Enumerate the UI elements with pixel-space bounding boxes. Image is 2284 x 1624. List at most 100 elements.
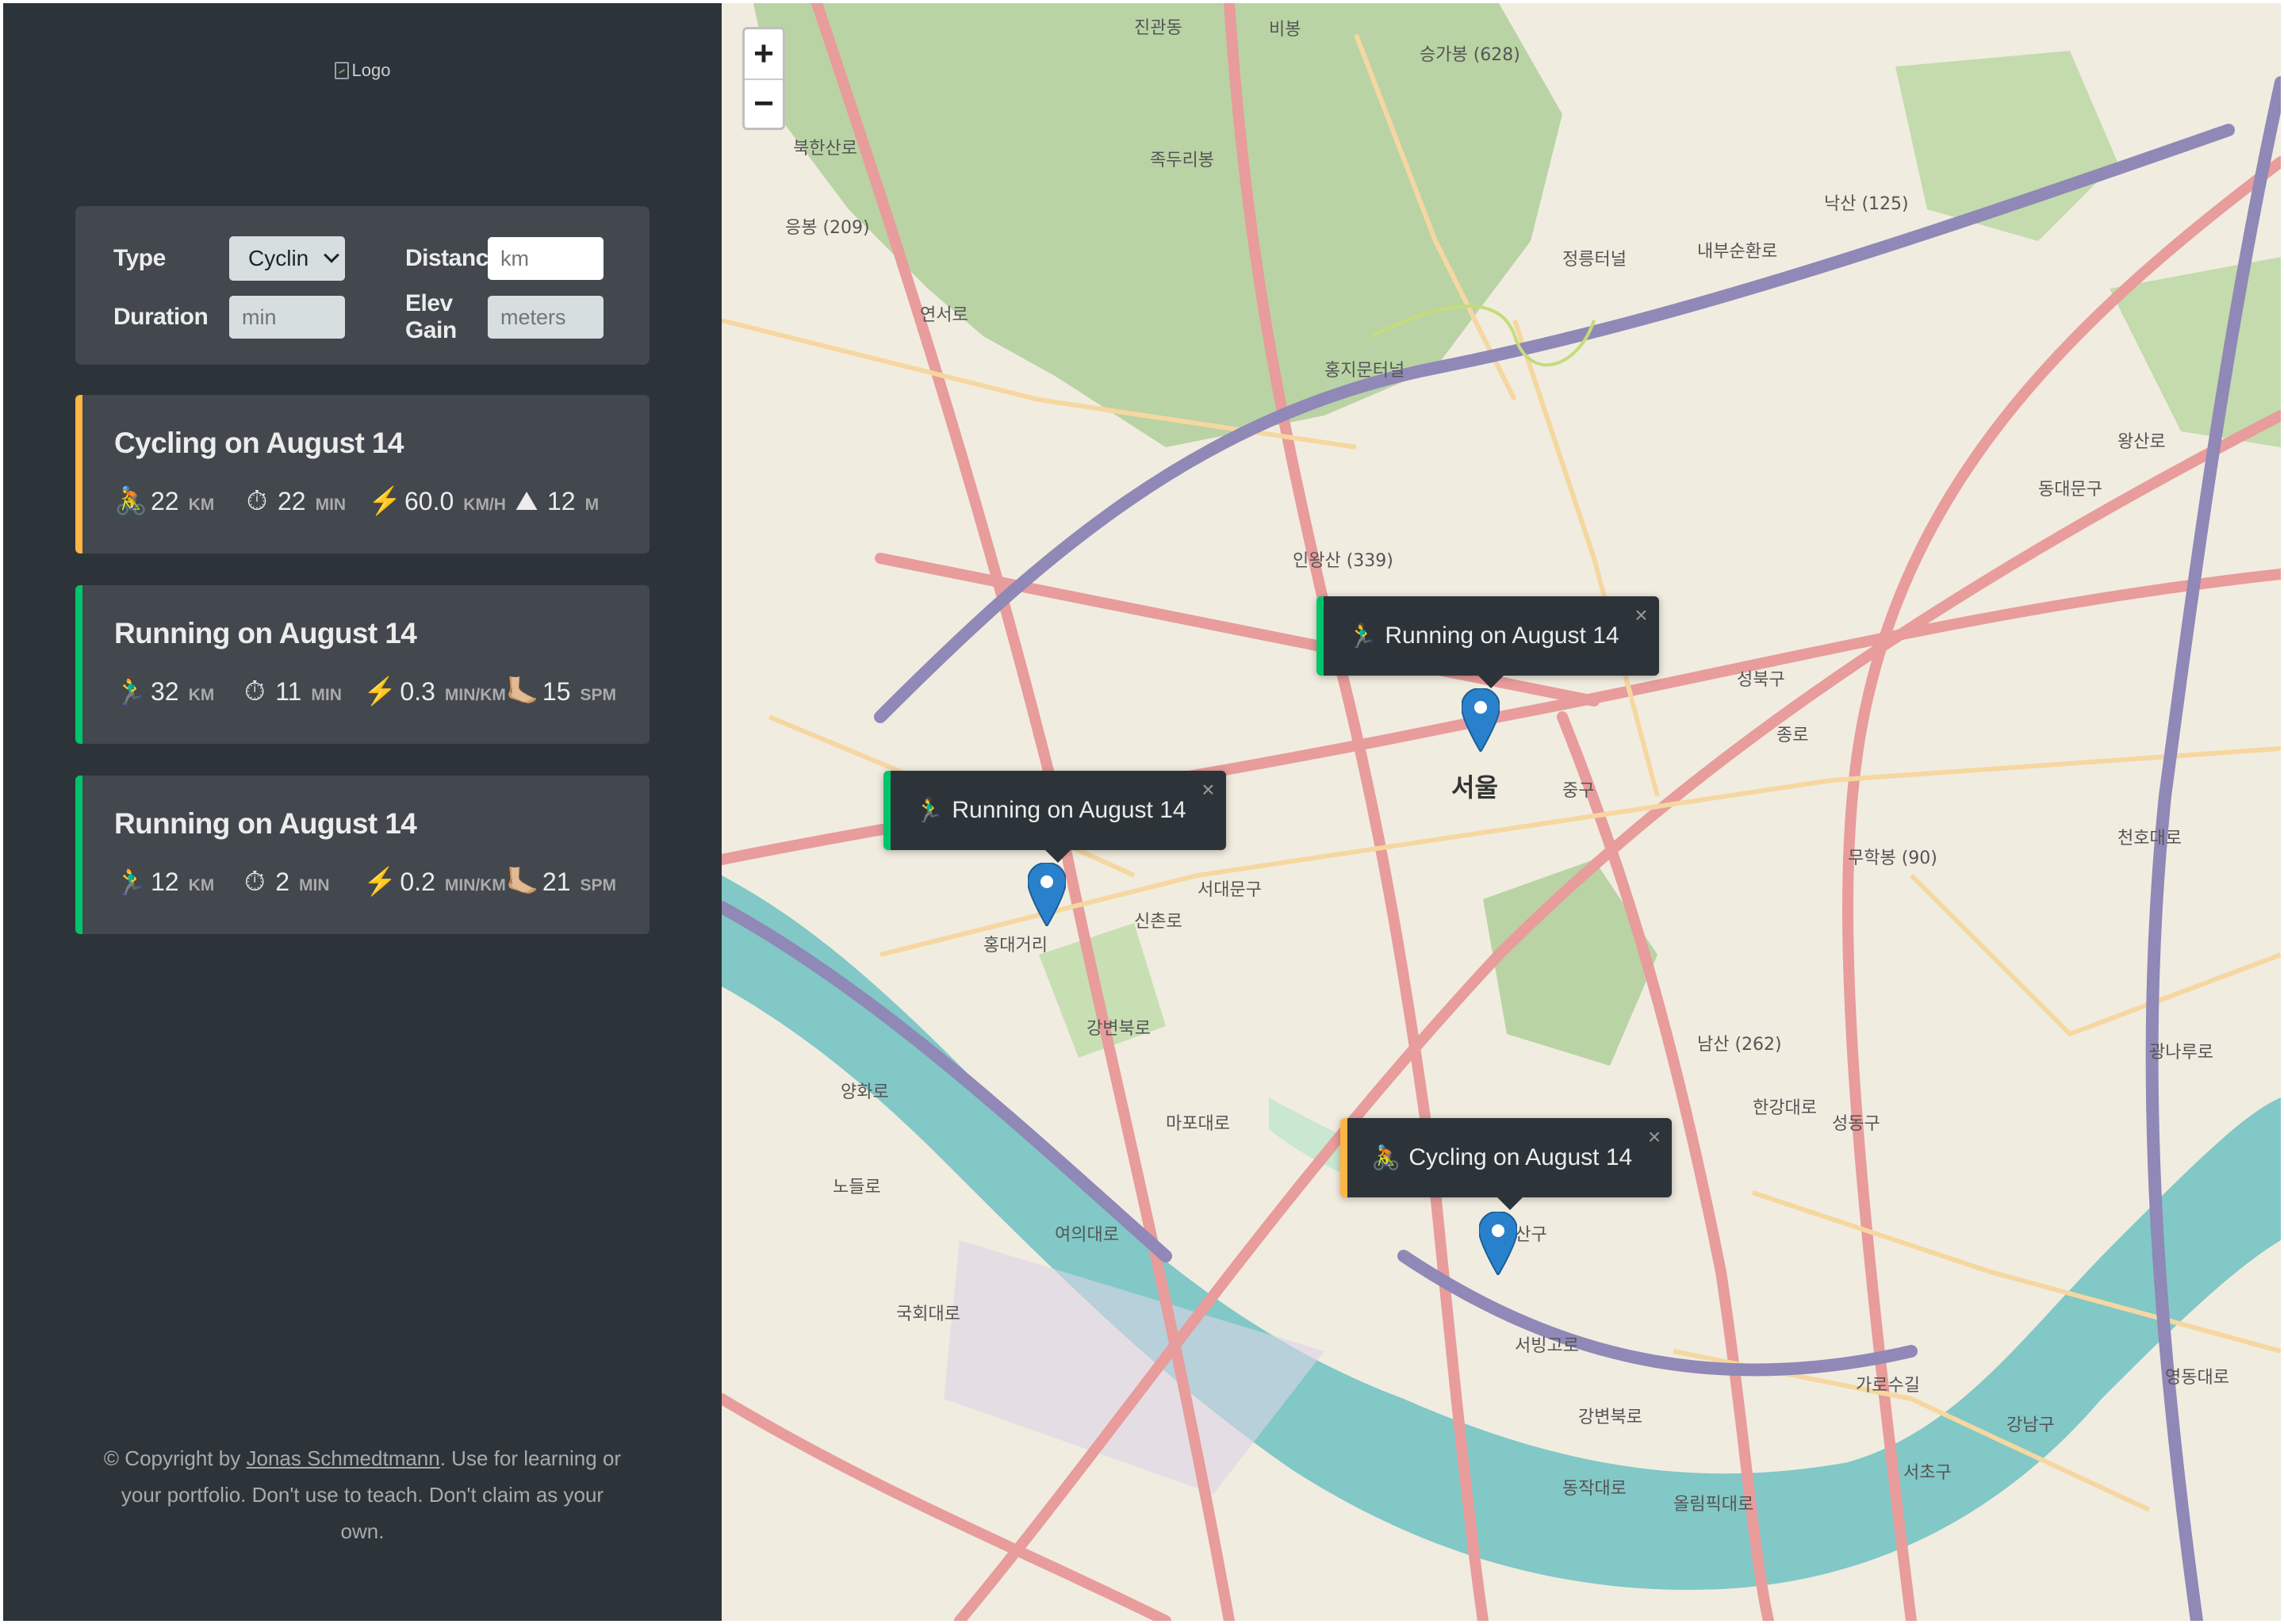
close-icon[interactable]: × — [1648, 1124, 1661, 1150]
workout-title: Cycling on August 14 — [114, 427, 404, 459]
map-popup[interactable]: 🚴 Cycling on August 14 × — [1340, 1118, 1673, 1210]
popup-text: Running on August 14 — [952, 797, 1186, 823]
map-view[interactable]: 진관동 비봉 승가봉 (628) 족두리봉 북한산로 정릉터널 내부순환로 응봉 (209) 연… — [722, 3, 2281, 1621]
detail-unit: min/km — [444, 876, 506, 894]
type-select[interactable]: Cyclin — [229, 236, 345, 281]
map-place-label: 남산 (262) — [1697, 1035, 1782, 1055]
map-place-label: 연서로 — [920, 305, 968, 325]
map-place-label: 낙산 (125) — [1824, 194, 1909, 214]
map-place-label: 동작대로 — [1562, 1479, 1627, 1499]
broken-image-icon — [334, 62, 349, 79]
map-place-label: 한강대로 — [1753, 1098, 1817, 1118]
detail-unit: km — [188, 686, 215, 704]
detail-value: 12 — [151, 868, 179, 896]
map-popup[interactable]: 🏃‍♂️ Running on August 14 × — [1316, 596, 1659, 688]
map-place-label: 마포대로 — [1166, 1114, 1230, 1134]
workout-item[interactable]: Running on August 14 🏃‍♂️ 32 km ⏱ 11 min… — [75, 585, 650, 744]
cyclist-icon: 🚴 — [1371, 1144, 1401, 1171]
map-pin-icon[interactable] — [1462, 688, 1500, 752]
map-place-label: 중구 — [1562, 781, 1594, 801]
elevation-input[interactable] — [488, 296, 604, 339]
detail-unit: km/h — [463, 496, 506, 514]
detail-pace: ⚡️ 0.2 min/km — [363, 866, 505, 898]
map-place-label: 정릉터널 — [1562, 250, 1627, 270]
detail-value: 22 — [151, 487, 179, 515]
map-place-label: 홍지문터널 — [1324, 361, 1405, 381]
map-place-label: 노들로 — [833, 1178, 881, 1197]
close-icon[interactable]: × — [1634, 603, 1647, 628]
detail-value: 0.2 — [400, 868, 435, 896]
workout-title: Running on August 14 — [114, 807, 417, 840]
stopwatch-icon: ⏱ — [246, 486, 268, 516]
detail-unit: km — [188, 876, 215, 894]
map-place-label: 천호대로 — [2117, 829, 2182, 848]
detail-unit: min/km — [444, 686, 506, 704]
close-icon[interactable]: × — [1201, 777, 1214, 802]
map-popup[interactable]: 🏃‍♂️ Running on August 14 × — [883, 771, 1226, 863]
detail-unit: m — [584, 496, 600, 514]
workout-form: Type Cyclin Distance Duration Elev Gain — [75, 206, 650, 365]
distance-input[interactable] — [488, 237, 604, 280]
foot-icon: 🦶🏼 — [505, 676, 540, 707]
lightning-icon: ⚡️ — [368, 486, 402, 516]
detail-value: 21 — [542, 868, 571, 896]
map-place-label: 내부순환로 — [1697, 242, 1777, 262]
map-place-label: 여의대로 — [1055, 1225, 1119, 1245]
map-place-label: 왕산로 — [2117, 432, 2166, 452]
duration-input[interactable] — [229, 296, 345, 339]
sidebar: Logo Type Cyclin Distance Duration Elev … — [3, 3, 722, 1621]
detail-pace: ⚡️ 0.3 min/km — [363, 676, 505, 707]
map-place-label: 서빙고로 — [1515, 1336, 1579, 1356]
detail-unit: spm — [580, 686, 616, 704]
workout-details: 🚴 22 km ⏱ 22 min ⚡️ 60.0 km/h — [114, 485, 616, 517]
duration-label: Duration — [113, 304, 209, 330]
detail-value: 60.0 — [404, 487, 454, 515]
stopwatch-icon: ⏱ — [243, 867, 266, 897]
type-select-value: Cyclin — [248, 246, 309, 270]
map-place-label: 국회대로 — [896, 1304, 960, 1324]
map-place-label: 승가봉 (628) — [1420, 45, 1520, 65]
workout-item[interactable]: Running on August 14 🏃‍♂️ 12 km ⏱ 2 min … — [75, 776, 650, 934]
author-link[interactable]: Jonas Schmedtmann — [246, 1446, 439, 1470]
map-place-label: 북한산로 — [793, 139, 857, 159]
zoom-in-button[interactable]: + — [745, 29, 783, 79]
logo: Logo — [334, 56, 390, 86]
copyright-footer: © Copyright by Jonas Schmedtmann. Use fo… — [3, 1440, 722, 1549]
popup-text: Running on August 14 — [1385, 622, 1619, 649]
type-label: Type — [113, 245, 166, 271]
map-place-label: 진관동 — [1134, 18, 1182, 38]
map-place-label: 강변북로 — [1086, 1019, 1151, 1039]
distance-label: Distance — [405, 245, 502, 271]
map-pin-icon[interactable] — [1028, 863, 1066, 926]
detail-duration: ⏱ 22 min — [241, 486, 368, 517]
detail-distance: 🏃‍♂️ 12 km — [114, 866, 239, 898]
map-place-label: 동대문구 — [2038, 480, 2102, 500]
detail-duration: ⏱ 2 min — [239, 867, 363, 898]
map-pin-icon[interactable] — [1479, 1212, 1517, 1275]
map-place-label: 응봉 (209) — [785, 218, 870, 238]
detail-unit: min — [311, 686, 342, 704]
elevation-label: Elev Gain — [405, 290, 457, 343]
map-place-label: 성북구 — [1737, 670, 1785, 690]
detail-duration: ⏱ 11 min — [239, 676, 363, 707]
detail-value: 12 — [547, 487, 576, 515]
map-place-label: 광나루로 — [2149, 1043, 2213, 1063]
workout-item[interactable]: Cycling on August 14 🚴 22 km ⏱ 22 min ⚡️ — [75, 395, 650, 553]
detail-value: 0.3 — [400, 677, 435, 706]
map-place-label: 신촌로 — [1134, 912, 1182, 932]
runner-icon: 🏃‍♂️ — [114, 676, 148, 707]
map-place-label: 강변북로 — [1578, 1408, 1642, 1427]
detail-distance: 🚴 22 km — [114, 485, 241, 517]
map-place-label: 무학봉 (90) — [1848, 848, 1937, 868]
map-place-label: 양화로 — [841, 1082, 889, 1102]
detail-value: 11 — [275, 677, 302, 706]
detail-value: 2 — [275, 868, 289, 896]
lightning-icon: ⚡️ — [363, 867, 397, 897]
stopwatch-icon: ⏱ — [243, 676, 266, 707]
detail-unit: min — [315, 496, 347, 514]
detail-unit: km — [188, 496, 215, 514]
mountain-icon: ⛰ — [515, 486, 538, 516]
map-place-label: 종로 — [1776, 726, 1808, 745]
zoom-out-button[interactable]: − — [745, 79, 783, 128]
runner-icon: 🏃‍♂️ — [914, 797, 945, 824]
